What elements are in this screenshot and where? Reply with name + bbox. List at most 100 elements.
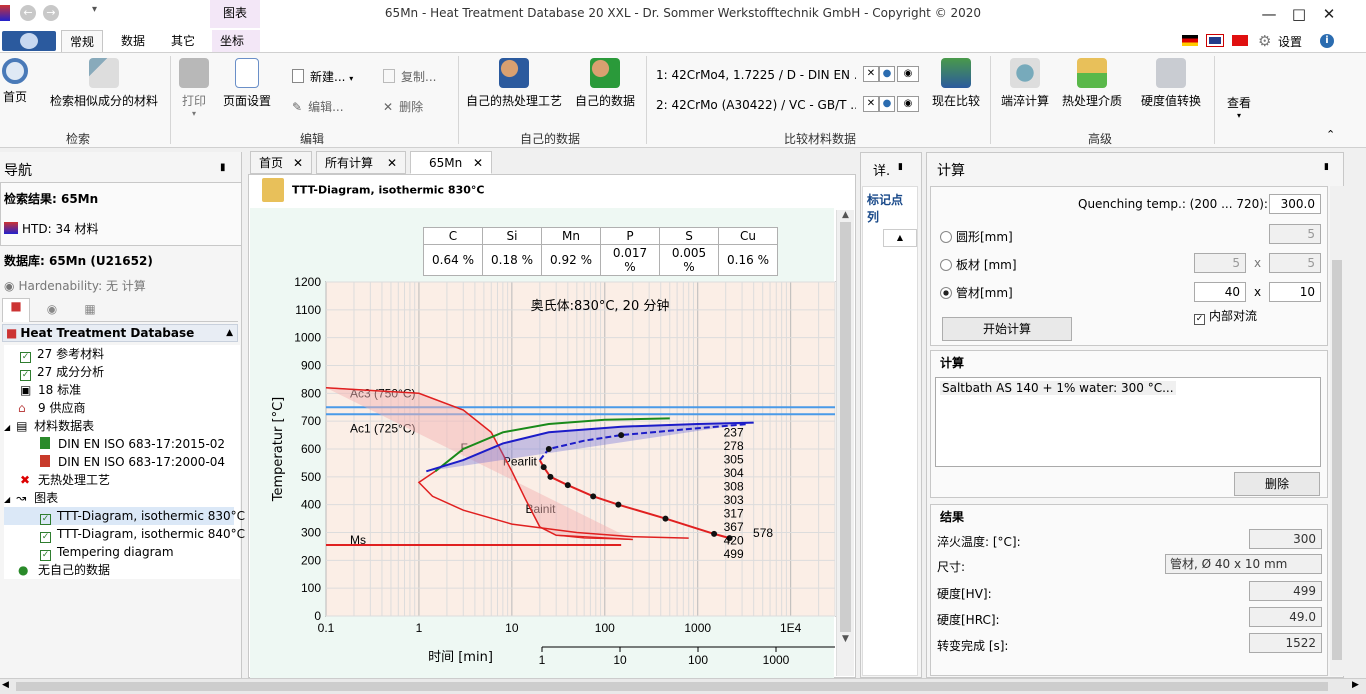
tree-item[interactable]: ▣ 18 标准 xyxy=(4,381,240,399)
tree-item[interactable]: ● 无自己的数据 xyxy=(4,561,240,579)
quench-temp-input[interactable]: 300.0 xyxy=(1269,194,1321,214)
close-icon[interactable]: ✕ xyxy=(473,152,483,174)
minimize-button[interactable]: — xyxy=(1254,4,1284,24)
result-value: 499 xyxy=(1249,581,1322,601)
own-data-icon: ● xyxy=(18,563,29,577)
doc-tab-all-calc[interactable]: 所有计算 ✕ xyxy=(316,151,406,174)
new-button[interactable]: 新建... ▾ xyxy=(292,68,353,85)
calc-list-item[interactable]: Saltbath AS 140 + 1% water: 300 °C... xyxy=(940,381,1176,395)
print-dropdown-icon: ▾ xyxy=(191,109,196,118)
tube-wall-input[interactable]: 10 xyxy=(1269,282,1321,302)
hardenability-item[interactable]: ◉ Hardenability: 无 计算 xyxy=(4,277,146,294)
compare2-view-icon[interactable]: ◉ xyxy=(897,96,919,112)
tree-item[interactable]: ⌂ 9 供应商 xyxy=(4,399,240,417)
compare2-remove-icon[interactable]: ✕ xyxy=(863,96,879,112)
tree-item-selected[interactable]: ✓ TTT-Diagram, isothermic 830°C xyxy=(4,507,245,525)
round-option[interactable]: 圆形[mm] xyxy=(940,228,1013,245)
standard-icon: ▣ xyxy=(20,383,32,397)
scroll-down-icon[interactable]: ▼ xyxy=(837,634,854,644)
doc-tab-home[interactable]: 首页 ✕ xyxy=(250,151,312,174)
compare-now-button[interactable]: 现在比较 xyxy=(928,58,984,109)
quench-media-button[interactable]: 热处理介质 xyxy=(1060,58,1124,109)
quench-calc-button[interactable]: 端淬计算 xyxy=(998,58,1052,109)
nav-view-tab-2[interactable]: ◉ xyxy=(38,302,66,316)
compare1-pin-icon[interactable]: ● xyxy=(879,66,895,82)
settings-button[interactable]: 设置 xyxy=(1278,33,1302,50)
settings-icon[interactable]: ⚙ xyxy=(1258,32,1271,50)
hardness-convert-button[interactable]: 硬度值转换 xyxy=(1138,58,1204,109)
copy-icon xyxy=(383,69,395,83)
delete-calc-button[interactable]: 删除 xyxy=(1234,472,1320,496)
search-similar-button[interactable]: 检索相似成分的材料 xyxy=(48,58,160,109)
tree-root[interactable]: ■ Heat Treatment Database ▲ xyxy=(2,324,238,342)
own-data-button[interactable]: 自己的数据 xyxy=(572,58,638,109)
compare-slot-1[interactable]: 1: 42CrMo4, 1.7225 / D - DIN EN ... xyxy=(656,68,856,82)
compare2-pin-icon[interactable]: ● xyxy=(879,96,895,112)
nav-view-tab-1[interactable]: ■ xyxy=(2,298,30,322)
delete-button[interactable]: ✕ 删除 xyxy=(383,98,423,115)
compare-slot-2[interactable]: 2: 42CrMo (A30422) / VC - GB/T ... xyxy=(656,98,856,112)
secondary-tick-label: 1000 xyxy=(763,653,790,667)
compare1-view-icon[interactable]: ◉ xyxy=(897,66,919,82)
tree-item[interactable]: DIN EN ISO 683-17:2000-04 xyxy=(4,453,240,471)
tree-item[interactable]: ✓ TTT-Diagram, isothermic 840°C xyxy=(4,525,245,543)
copy-button[interactable]: 复制... xyxy=(383,68,436,85)
print-button[interactable]: 打印 ▾ xyxy=(176,58,212,118)
round-diameter-input[interactable]: 5 xyxy=(1269,224,1321,244)
scroll-thumb[interactable] xyxy=(16,682,1328,691)
home-button[interactable]: 首页 xyxy=(0,58,30,105)
htd-item[interactable]: HTD: 34 材料 xyxy=(4,220,99,237)
compare1-remove-icon[interactable]: ✕ xyxy=(863,66,879,82)
internal-convection-checkbox[interactable]: ✓ 内部对流 xyxy=(1194,307,1257,325)
marker-column-sort[interactable]: ▲ xyxy=(883,229,917,247)
flag-germany-icon[interactable] xyxy=(1182,35,1198,46)
tube-diameter-input[interactable]: 40 xyxy=(1194,282,1246,302)
start-calc-button[interactable]: 开始计算 xyxy=(942,317,1072,341)
scroll-right-icon[interactable]: ▶ xyxy=(1352,680,1359,690)
help-icon[interactable]: i xyxy=(1320,34,1334,48)
scroll-thumb[interactable] xyxy=(1332,260,1342,660)
calc-pin-icon[interactable]: ▮ xyxy=(1324,162,1329,172)
y-tick-label: 900 xyxy=(301,359,321,373)
close-icon[interactable]: ✕ xyxy=(293,152,303,174)
edit-button[interactable]: ✎ 编辑... xyxy=(292,98,344,115)
tab-axes[interactable]: 坐标 xyxy=(212,30,260,52)
close-button[interactable]: ✕ xyxy=(1314,4,1344,24)
tree-item[interactable]: ◢ ▤ 材料数据表 xyxy=(4,417,240,435)
tab-general[interactable]: 常规 xyxy=(61,30,104,52)
scroll-thumb[interactable] xyxy=(840,222,851,632)
tree-item[interactable]: ◢ ↝ 图表 xyxy=(4,489,240,507)
flag-china-icon[interactable] xyxy=(1232,35,1248,46)
plate-thickness-input[interactable]: 5 xyxy=(1269,253,1321,273)
nav-pin-icon[interactable]: ▮ xyxy=(220,162,226,173)
tree-item[interactable]: ✖ 无热处理工艺 xyxy=(4,471,240,489)
tree-item[interactable]: ✓ 27 成分分析 xyxy=(4,363,240,381)
tab-data[interactable]: 数据 xyxy=(113,30,153,52)
detail-pin-icon[interactable]: ▮ xyxy=(898,162,903,172)
app-menu-button[interactable] xyxy=(2,31,56,51)
bottom-horizontal-scrollbar[interactable]: ◀ ▶ xyxy=(0,678,1366,694)
flag-uk-icon[interactable] xyxy=(1206,34,1224,47)
scroll-left-icon[interactable]: ◀ xyxy=(2,680,9,690)
tab-other[interactable]: 其它 xyxy=(163,30,203,52)
plate-width-input[interactable]: 5 xyxy=(1194,253,1246,273)
close-icon[interactable]: ✕ xyxy=(387,152,397,174)
doc-tab-65mn[interactable]: 65Mn ✕ xyxy=(410,151,492,174)
calc-vertical-scrollbar[interactable] xyxy=(1330,186,1344,676)
tree-item[interactable]: ✓ 27 参考材料 xyxy=(4,345,240,363)
page-setup-button[interactable]: 页面设置 xyxy=(220,58,274,109)
scroll-up-icon[interactable]: ▲ xyxy=(837,210,854,220)
tree-item[interactable]: ✓ Tempering diagram xyxy=(4,543,240,561)
tree-item[interactable]: DIN EN ISO 683-17:2015-02 xyxy=(4,435,240,453)
collapse-ribbon-icon[interactable]: ⌃ xyxy=(1326,128,1335,141)
plate-option[interactable]: 板材 [mm] xyxy=(940,256,1017,273)
tree-root-icon: ■ xyxy=(6,326,18,340)
own-process-button[interactable]: 自己的热处理工艺 xyxy=(464,58,564,109)
maximize-button[interactable]: □ xyxy=(1284,4,1314,24)
tube-option[interactable]: 管材[mm] xyxy=(940,284,1013,301)
result-value: 49.0 xyxy=(1249,607,1322,627)
view-button[interactable]: 查看 ▾ xyxy=(1222,94,1256,120)
nav-view-tab-3[interactable]: ▦ xyxy=(76,302,104,316)
y-tick-label: 800 xyxy=(301,386,321,400)
doc-vertical-scrollbar[interactable]: ▲ ▼ xyxy=(836,210,854,676)
